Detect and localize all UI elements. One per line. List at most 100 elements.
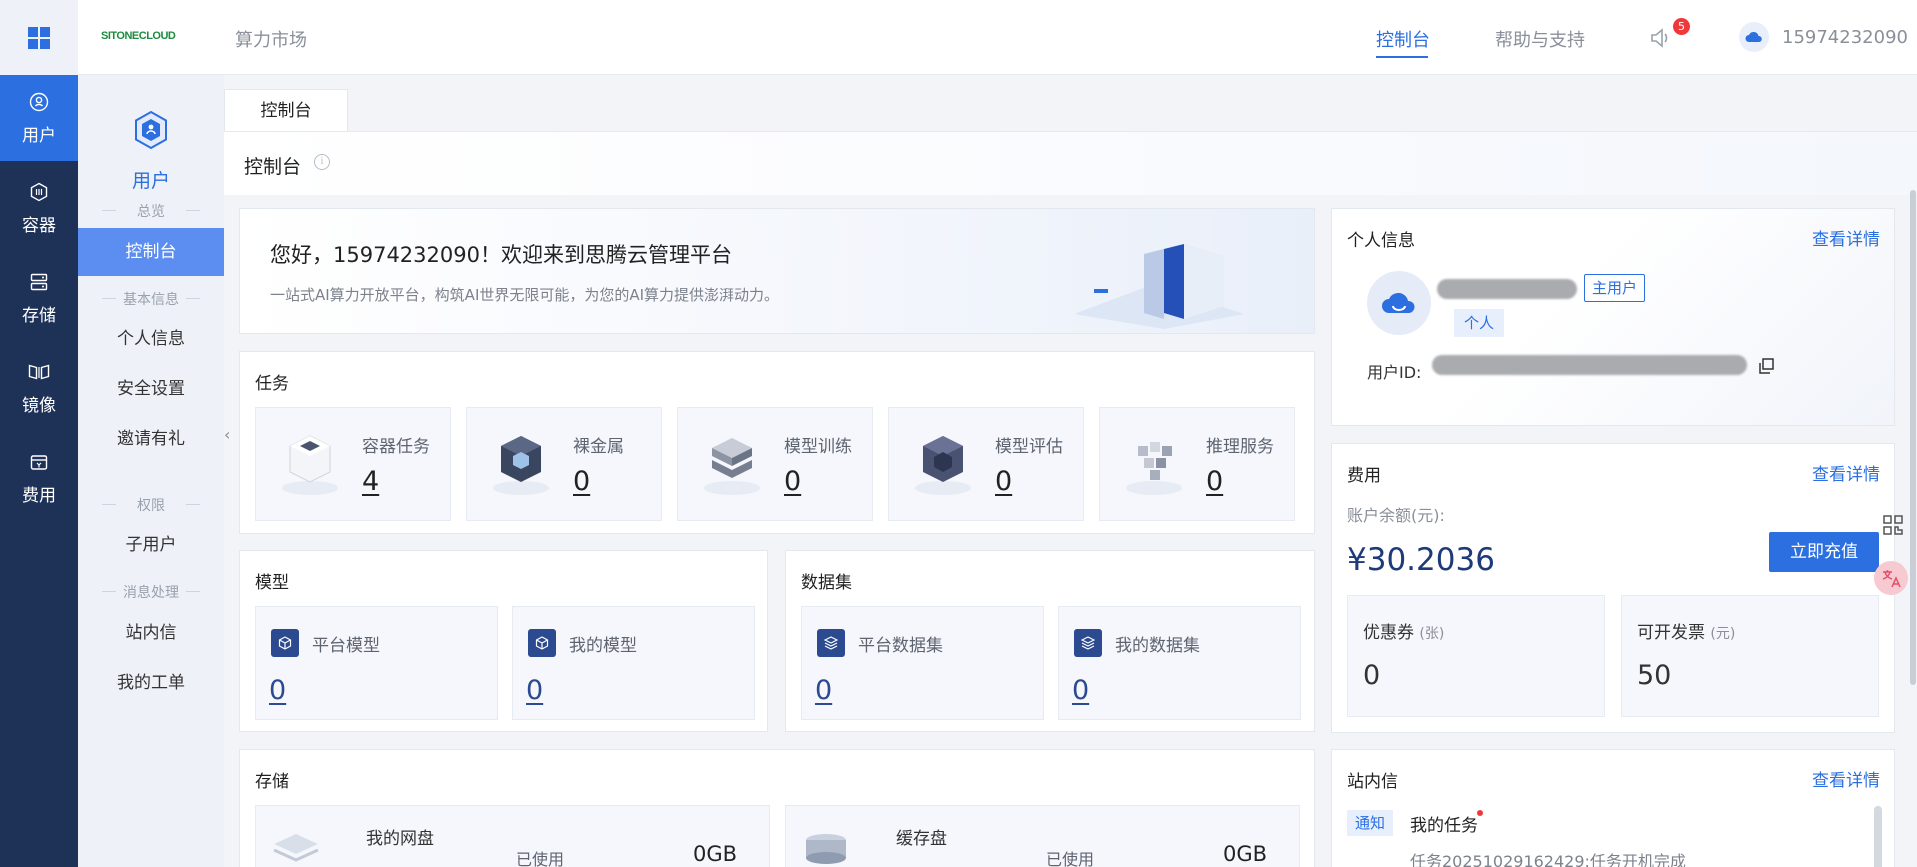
- sidebar-item-profile[interactable]: 个人信息: [78, 315, 224, 363]
- task-count[interactable]: 0: [995, 466, 1012, 497]
- storage-icon: [28, 271, 50, 293]
- profile-view-details-link[interactable]: 查看详情: [1812, 225, 1880, 250]
- cache-disk-icon: [806, 834, 846, 864]
- container-icon: [28, 181, 50, 203]
- page-title: 控制台: [244, 156, 302, 178]
- rail-item-billing[interactable]: 费用: [0, 435, 78, 521]
- welcome-subtitle: 一站式AI算力开放平台，构筑AI世界无限可能，为您的AI算力提供澎湃动力。: [270, 286, 780, 304]
- inference-blocks-icon: [1126, 442, 1182, 495]
- coupon-unit: (张): [1419, 626, 1445, 642]
- dataset-label: 我的数据集: [1115, 636, 1200, 656]
- storage-label: 我的网盘: [366, 829, 434, 849]
- invoice-tile[interactable]: 可开发票 (元) 50: [1621, 595, 1879, 717]
- rail-item-user[interactable]: 用户: [0, 75, 78, 161]
- task-count[interactable]: 0: [784, 466, 801, 497]
- app-switcher-button[interactable]: [0, 0, 78, 75]
- sidebar-item-inbox[interactable]: 站内信: [78, 609, 224, 657]
- container-cube-icon: [282, 435, 338, 495]
- profile-panel-title: 个人信息: [1347, 231, 1415, 251]
- task-label: 模型评估: [995, 437, 1063, 457]
- task-panel-title: 任务: [255, 374, 289, 394]
- qr-widget-button[interactable]: [1876, 508, 1910, 542]
- storage-tile-netdisk[interactable]: 我的网盘 已使用 0GB: [255, 805, 770, 867]
- sidebar-item-security[interactable]: 安全设置: [78, 365, 224, 413]
- dataset-count[interactable]: 0: [815, 675, 832, 706]
- storage-used-label: 已使用: [1046, 850, 1095, 867]
- account-type-badge: 个人: [1454, 309, 1505, 337]
- balance-label: 账户余额(元):: [1347, 506, 1445, 525]
- dataset-tile-mine[interactable]: 我的数据集 0: [1058, 606, 1301, 720]
- rail-item-container[interactable]: 容器: [0, 165, 78, 251]
- model-tile-mine[interactable]: 我的模型 0: [512, 606, 755, 720]
- sidebar-item-tickets[interactable]: 我的工单: [78, 659, 224, 707]
- model-tile-platform[interactable]: 平台模型 0: [255, 606, 498, 720]
- sidebar-group-messages: 消息处理: [78, 582, 224, 602]
- nav-active-indicator: [1376, 56, 1428, 58]
- sidebar-group-basic-info: 基本信息: [78, 289, 224, 309]
- model-panel-title: 模型: [255, 573, 289, 593]
- coupon-tile[interactable]: 优惠券 (张) 0: [1347, 595, 1605, 717]
- sidebar-item-subuser[interactable]: 子用户: [78, 521, 224, 569]
- storage-tile-cache[interactable]: 缓存盘 已使用 0GB: [785, 805, 1300, 867]
- task-count[interactable]: 0: [1206, 466, 1223, 497]
- inbox-panel: 站内信 查看详情 通知 我的任务 任务20251029162429:任务开机完成: [1331, 749, 1895, 867]
- brand-logo[interactable]: SITONECLOUD: [101, 30, 176, 42]
- layers-icon: [1074, 629, 1102, 657]
- model-label: 平台模型: [312, 636, 380, 656]
- nav-compute-market[interactable]: 算力市场: [235, 26, 307, 52]
- task-tile-bare-metal[interactable]: 裸金属 0: [466, 407, 662, 521]
- storage-used-value: 0GB: [1222, 842, 1267, 866]
- rail-item-label: 容器: [22, 215, 56, 236]
- model-count[interactable]: 0: [269, 675, 286, 706]
- task-tile-evaluation[interactable]: 模型评估 0: [888, 407, 1084, 521]
- billing-view-details-link[interactable]: 查看详情: [1812, 460, 1880, 485]
- netdisk-icon: [273, 834, 319, 862]
- sidebar-group-overview: 总览: [78, 201, 224, 221]
- welcome-banner: 您好，15974232090！欢迎来到思腾云管理平台 一站式AI算力开放平台，构…: [239, 208, 1315, 334]
- task-tile-container[interactable]: 容器任务 4: [255, 407, 451, 521]
- rail-item-storage[interactable]: 存储: [0, 255, 78, 341]
- inbox-view-details-link[interactable]: 查看详情: [1812, 766, 1880, 791]
- task-label: 裸金属: [573, 437, 624, 457]
- nav-console[interactable]: 控制台: [1376, 26, 1430, 52]
- message-text[interactable]: 任务20251029162429:任务开机完成: [1410, 848, 1686, 867]
- task-tile-inference[interactable]: 推理服务 0: [1099, 407, 1295, 521]
- model-count[interactable]: 0: [526, 675, 543, 706]
- sidebar-collapse-button[interactable]: ‹: [224, 425, 238, 445]
- copy-icon[interactable]: [1757, 357, 1775, 375]
- rail-item-label: 存储: [22, 305, 56, 326]
- task-count[interactable]: 0: [573, 466, 590, 497]
- inbox-panel-title: 站内信: [1347, 772, 1398, 792]
- inbox-scrollbar[interactable]: [1874, 806, 1882, 867]
- invoice-amount: 50: [1637, 660, 1672, 691]
- server-illustration: [1074, 244, 1244, 329]
- sidebar-group-permissions: 权限: [78, 495, 224, 515]
- tab-console[interactable]: 控制台: [224, 89, 348, 131]
- task-count[interactable]: 4: [362, 466, 379, 497]
- dataset-count[interactable]: 0: [1072, 675, 1089, 706]
- info-icon[interactable]: i: [314, 154, 330, 170]
- speaker-icon[interactable]: [1650, 28, 1672, 48]
- model-label: 我的模型: [569, 636, 637, 656]
- task-label: 推理服务: [1206, 437, 1274, 457]
- sidebar-item-invite[interactable]: 邀请有礼: [78, 415, 224, 463]
- model-panel: 模型 平台模型 0 我的模型 0: [239, 550, 768, 732]
- balance-amount: ¥30.2036: [1347, 542, 1495, 578]
- translate-widget-button[interactable]: [1874, 561, 1908, 595]
- user-avatar[interactable]: [1739, 22, 1769, 52]
- notice-tag: 通知: [1347, 810, 1394, 836]
- page-scrollbar[interactable]: [1910, 190, 1916, 685]
- nav-help-support[interactable]: 帮助与支持: [1495, 26, 1585, 52]
- message-title[interactable]: 我的任务: [1410, 811, 1478, 836]
- sidebar-item-console[interactable]: 控制台: [78, 228, 224, 276]
- recharge-button[interactable]: 立即充值: [1769, 532, 1879, 572]
- rail-item-image[interactable]: 镜像: [0, 345, 78, 431]
- user-phone[interactable]: 15974232090: [1782, 27, 1908, 48]
- layers-icon: [817, 629, 845, 657]
- top-header: SITONECLOUD 算力市场 控制台 帮助与支持 5 15974232090: [0, 0, 1917, 75]
- bare-metal-cube-icon: [493, 436, 549, 495]
- coupon-label: 优惠券: [1363, 623, 1414, 643]
- task-tile-training[interactable]: 模型训练 0: [677, 407, 873, 521]
- invoice-label: 可开发票: [1637, 623, 1705, 643]
- dataset-tile-platform[interactable]: 平台数据集 0: [801, 606, 1044, 720]
